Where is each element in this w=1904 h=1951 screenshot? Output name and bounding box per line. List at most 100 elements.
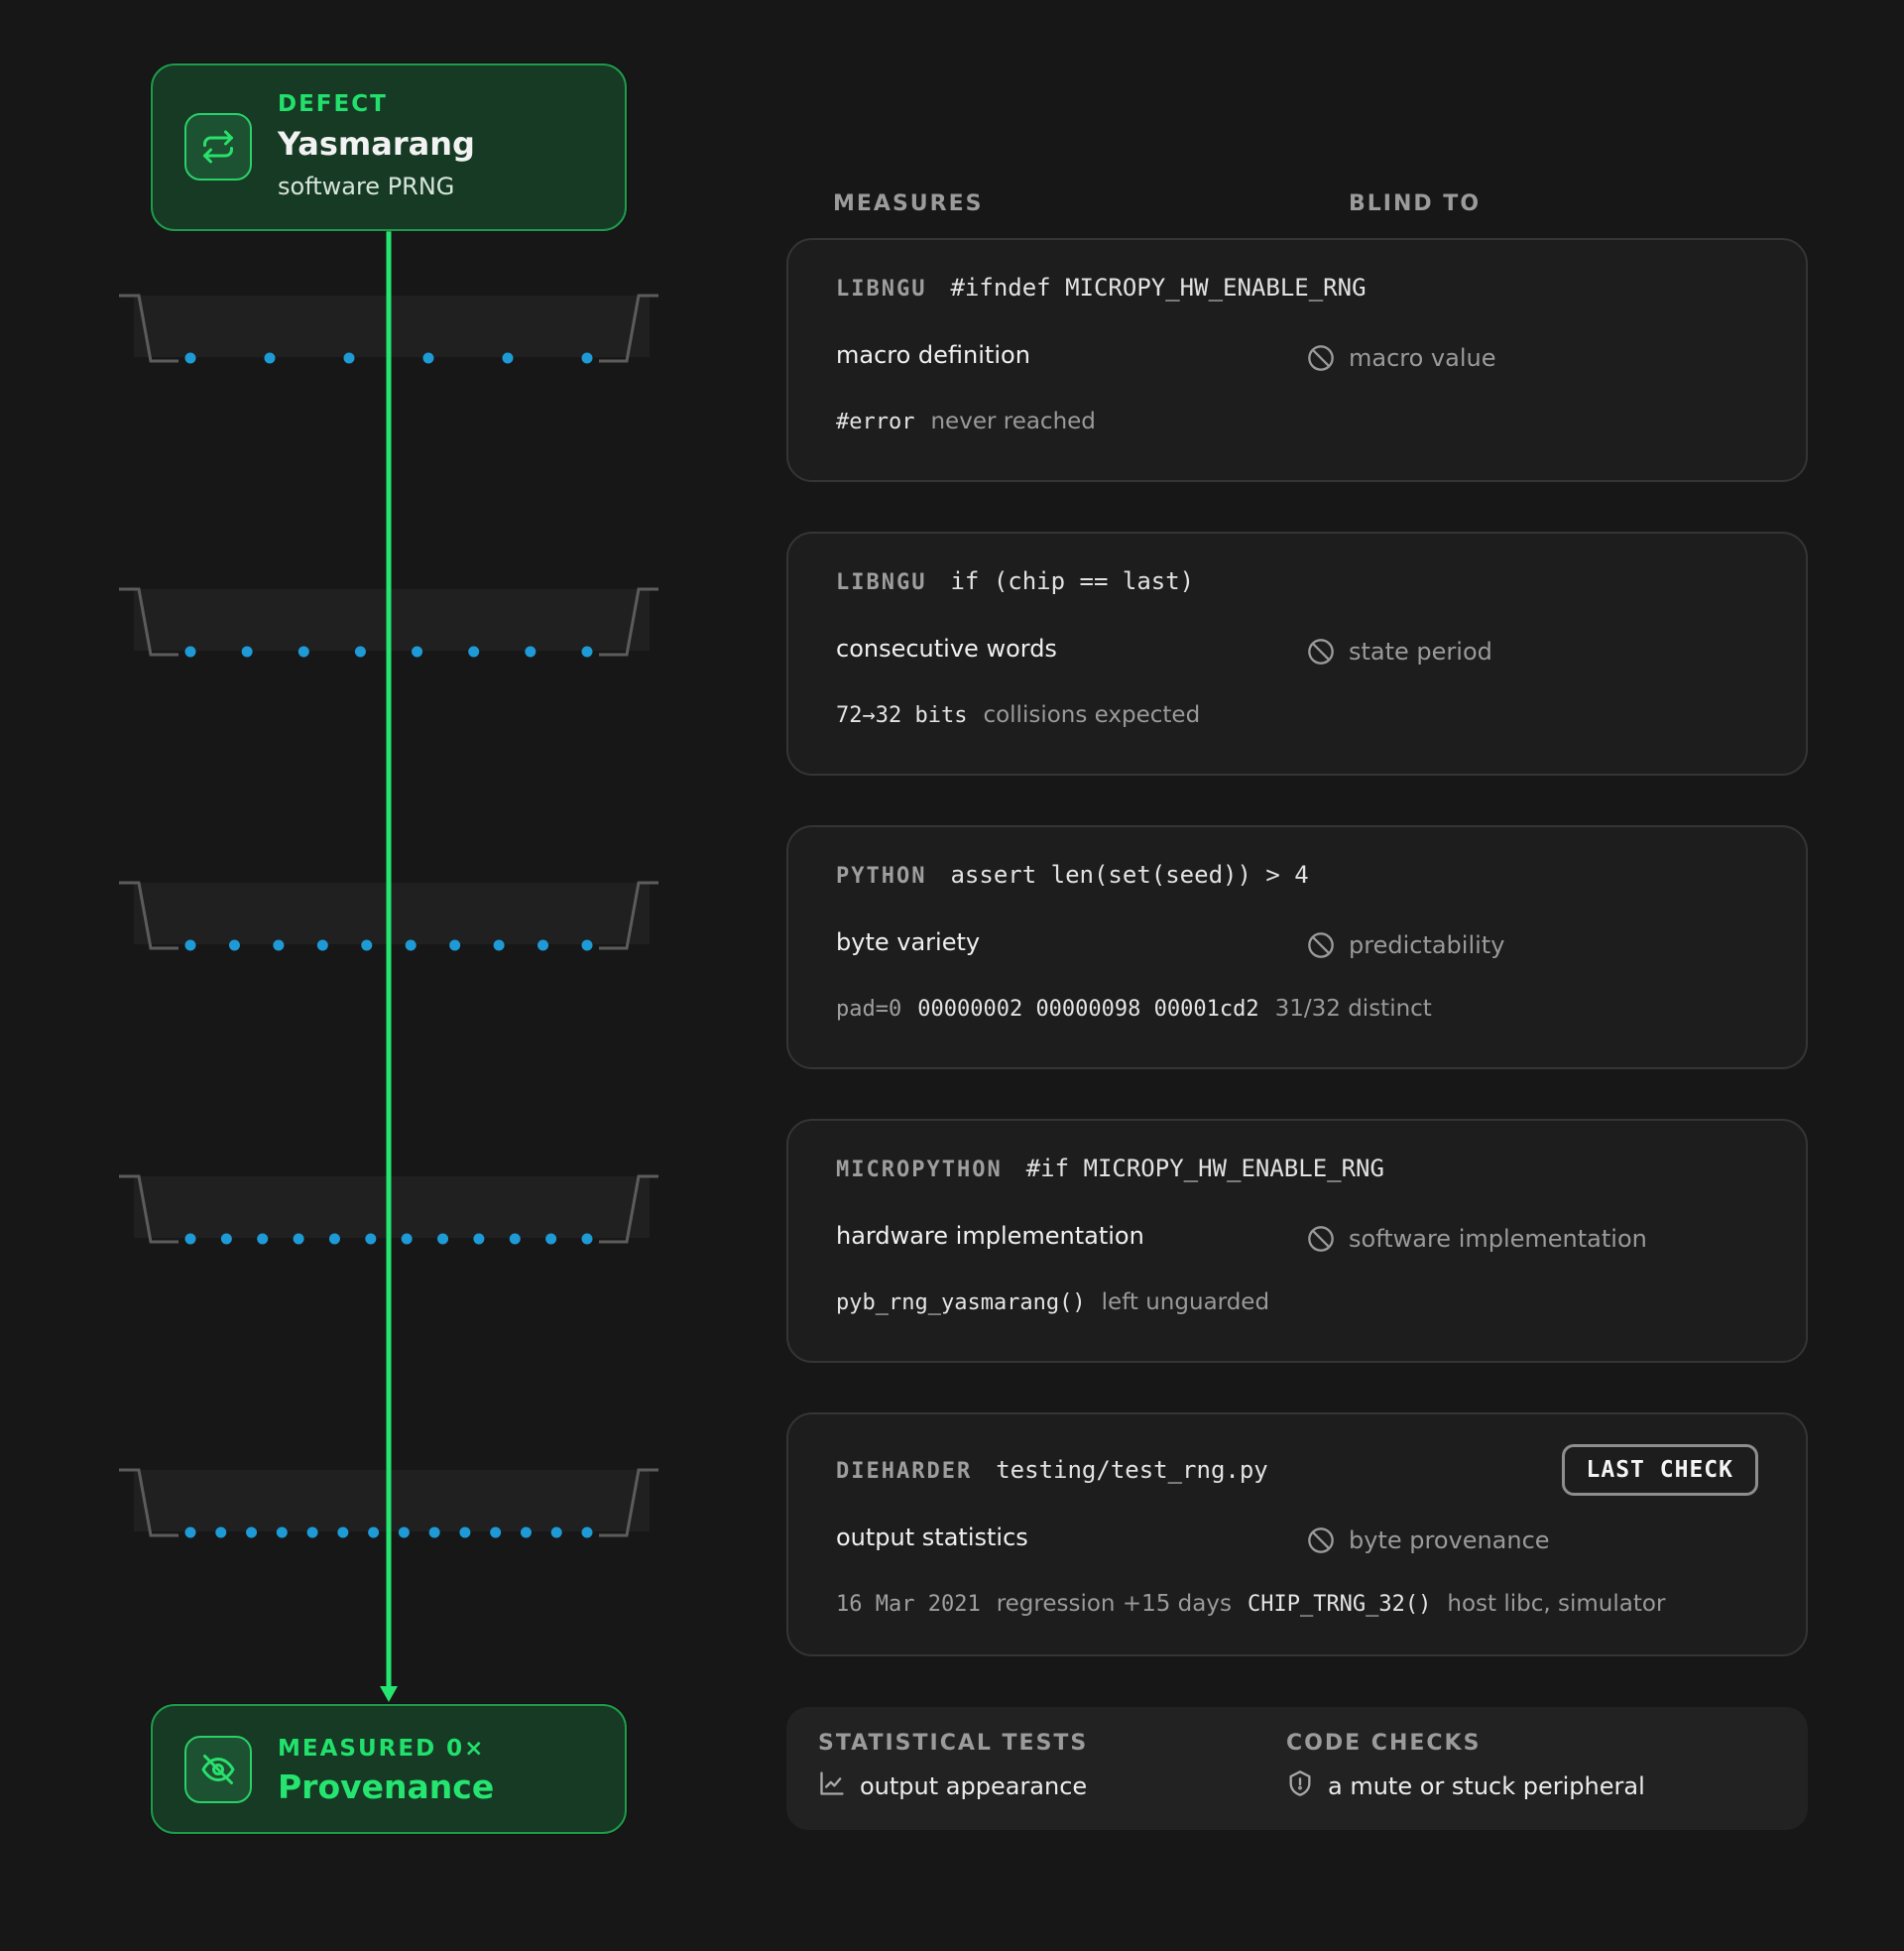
check-code: #if MICROPY_HW_ENABLE_RNG <box>1025 1155 1384 1182</box>
check-detail-text: regression +15 days <box>996 1591 1232 1617</box>
filter-dot <box>293 1233 304 1245</box>
diagram-stage: DEFECT Yasmarang software PRNG MEASURED … <box>0 0 1904 1951</box>
summary-panel: STATISTICAL TESTS output appearance CODE… <box>786 1707 1808 1830</box>
filter-dot <box>354 646 366 658</box>
defect-title: Yasmarang <box>278 125 475 163</box>
eye-off-icon <box>184 1736 252 1803</box>
filter-dot <box>398 1526 410 1538</box>
filter-dot <box>581 646 593 658</box>
result-kicker: MEASURED 0× <box>278 1736 486 1762</box>
filter-dot <box>184 1526 196 1538</box>
check-detail-text: left unguarded <box>1101 1289 1270 1315</box>
check-blind-to-text: byte provenance <box>1349 1526 1550 1554</box>
shield-icon <box>1286 1769 1314 1803</box>
blocked-icon <box>1307 635 1335 669</box>
blocked-icon <box>1307 341 1335 375</box>
check-code: #ifndef MICROPY_HW_ENABLE_RNG <box>950 274 1367 302</box>
filter-dot <box>257 1233 269 1245</box>
check-blind-to: predictability <box>1307 928 1504 962</box>
summary-code-item: a mute or stuck peripheral <box>1328 1772 1645 1800</box>
check-blind-to: byte provenance <box>1307 1524 1550 1557</box>
last-check-badge: LAST CHECK <box>1561 1444 1758 1496</box>
filter-dot <box>468 646 480 658</box>
check-measures: consecutive words <box>836 635 1057 663</box>
check-card-5: DIEHARDER testing/test_rng.py LAST CHECK… <box>786 1412 1808 1656</box>
defect-node: DEFECT Yasmarang software PRNG <box>151 63 627 231</box>
filter-dot <box>581 1526 593 1538</box>
check-detail-text: never reached <box>930 409 1096 434</box>
check-measures: byte variety <box>836 928 981 956</box>
filter-dot <box>581 1233 593 1245</box>
filter-dot <box>316 939 328 951</box>
filter-dot <box>276 1526 288 1538</box>
filter-dot <box>545 1233 557 1245</box>
check-detail-text: collisions expected <box>983 702 1201 728</box>
filter-dot <box>493 939 505 951</box>
repeat-icon <box>184 113 252 181</box>
check-detail-code: CHIP_TRNG_32() <box>1247 1592 1432 1617</box>
filter-dot <box>246 1526 258 1538</box>
blocked-icon <box>1307 928 1335 962</box>
check-blind-to: macro value <box>1307 341 1496 375</box>
blocked-icon <box>1307 1222 1335 1256</box>
result-node: MEASURED 0× Provenance <box>151 1704 627 1834</box>
check-blind-to-text: state period <box>1349 638 1492 666</box>
filter-dot <box>215 1526 227 1538</box>
filter-dot <box>337 1526 349 1538</box>
filter-dot <box>361 939 373 951</box>
filter-stage-tray <box>134 589 650 651</box>
filter-dot <box>459 1526 471 1538</box>
defect-subtitle: software PRNG <box>278 173 455 200</box>
check-detail-dim: pad=0 <box>836 997 902 1022</box>
filter-stage-tray <box>134 1470 650 1531</box>
filter-dot <box>525 646 536 658</box>
filter-dot <box>401 1233 413 1245</box>
check-card-3: PYTHON assert len(set(seed)) > 4 byte va… <box>786 825 1808 1069</box>
defect-kicker: DEFECT <box>278 91 388 117</box>
result-title: Provenance <box>278 1768 495 1806</box>
filter-dot <box>184 352 196 364</box>
check-card-1: LIBNGU #ifndef MICROPY_HW_ENABLE_RNG mac… <box>786 238 1808 482</box>
filter-dot <box>581 939 593 951</box>
check-measures: macro definition <box>836 341 1030 369</box>
filter-dot <box>537 939 549 951</box>
filter-dot <box>306 1526 318 1538</box>
summary-statistical-item: output appearance <box>860 1772 1088 1800</box>
check-measures: hardware implementation <box>836 1222 1144 1250</box>
filter-dot <box>412 646 423 658</box>
filter-dot <box>241 646 253 658</box>
filter-dot <box>422 352 434 364</box>
filter-dot <box>343 352 355 364</box>
filter-dot <box>428 1526 440 1538</box>
filter-dot <box>405 939 416 951</box>
blocked-icon <box>1307 1524 1335 1557</box>
filter-stage-tray <box>134 1176 650 1238</box>
filter-dot <box>184 1233 196 1245</box>
check-code: if (chip == last) <box>950 567 1195 595</box>
filter-dot <box>490 1526 502 1538</box>
blind-to-header: BLIND TO <box>1349 191 1482 216</box>
check-detail-code: #error <box>836 410 915 434</box>
check-detail-code: 72→32 bits <box>836 703 968 728</box>
check-detail-date: 16 Mar 2021 <box>836 1592 981 1617</box>
summary-code-heading: CODE CHECKS <box>1286 1731 1482 1756</box>
filter-dot <box>365 1233 377 1245</box>
filter-dot <box>550 1526 562 1538</box>
check-code: testing/test_rng.py <box>996 1456 1268 1484</box>
check-tag: DIEHARDER <box>836 1459 973 1484</box>
check-detail-text: 31/32 distinct <box>1274 996 1432 1022</box>
chart-line-icon <box>818 1769 846 1803</box>
filter-dot <box>220 1233 232 1245</box>
check-code: assert len(set(seed)) > 4 <box>950 861 1309 889</box>
check-blind-to: state period <box>1307 635 1492 669</box>
check-measures: output statistics <box>836 1524 1028 1551</box>
filter-dot <box>298 646 309 658</box>
check-detail-code: pyb_rng_yasmarang() <box>836 1290 1086 1315</box>
summary-statistical-heading: STATISTICAL TESTS <box>818 1731 1089 1756</box>
filter-dot <box>520 1526 532 1538</box>
measures-header: MEASURES <box>833 191 984 216</box>
summary-code: CODE CHECKS a mute or stuck peripheral <box>1286 1731 1645 1803</box>
filter-dot <box>264 352 276 364</box>
filter-dot <box>581 352 593 364</box>
flow-arrowhead <box>380 1686 398 1702</box>
